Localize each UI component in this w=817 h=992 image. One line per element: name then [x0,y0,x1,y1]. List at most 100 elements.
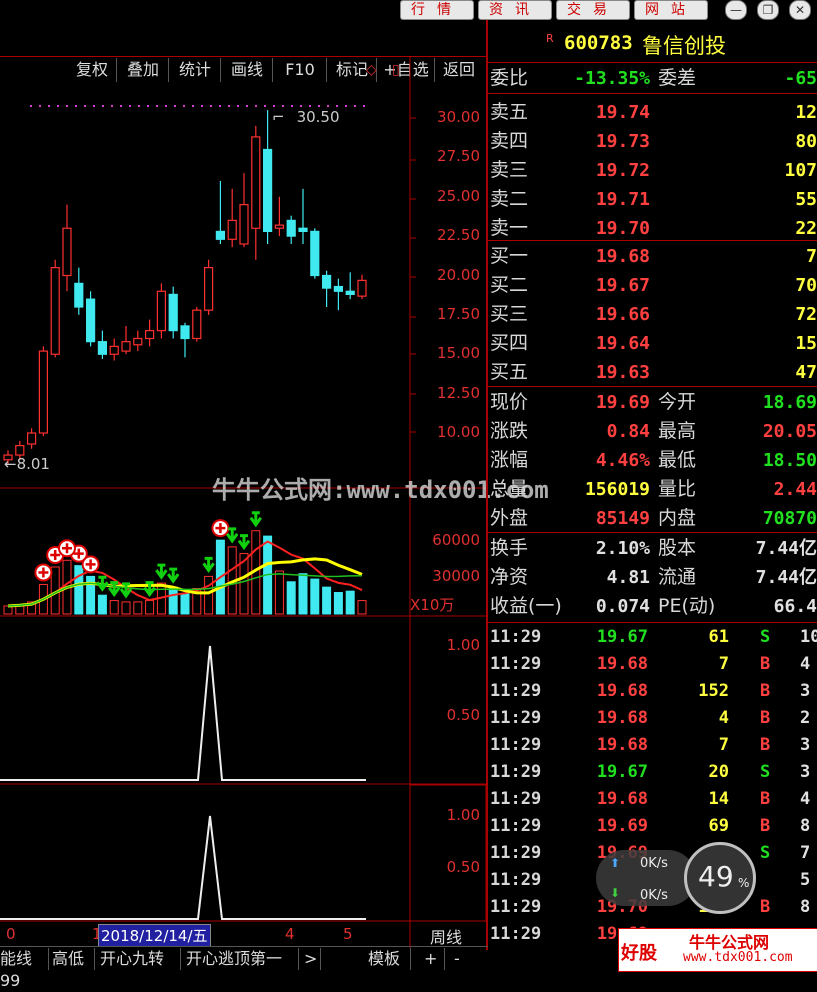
volume-bar [333,592,343,615]
sell-volume: 12 [795,102,817,123]
candle-body [97,341,108,355]
stats-row: 收益(一) 0.074 PE(动) 66.4 [488,592,817,621]
tick-time: 11:29 [490,681,542,701]
buy-row[interactable]: 买五 19.63 47 [488,358,817,387]
volume-bar [168,586,178,615]
weibi-value: -13.35% [574,68,650,89]
chart-box-icon[interactable]: ▯ [392,62,400,78]
buy-row[interactable]: 买二 19.67 70 [488,271,817,300]
sell-label: 卖二 [490,188,529,210]
minimize-icon[interactable]: — [725,0,747,20]
price-axis-label: 15.00 [437,344,480,363]
sell-row[interactable]: 卖一 19.70 22 [488,214,817,243]
quote-label2: 最高 [658,420,697,442]
bottom-nengxian[interactable]: 能线99 [0,948,49,990]
candle-body [251,136,261,229]
quote-label: 现价 [490,391,529,413]
volume-axis-label: 60000 [432,531,480,549]
tab-zixun[interactable]: 资讯 [478,0,552,20]
candle-body [15,445,25,456]
candle-body [156,290,166,332]
indicator1-axis-label: 1.00 [446,636,480,654]
candle-body [62,227,72,277]
candle-body [85,298,96,343]
tick-row: 11:29 19.67 20 S 3 [488,759,817,786]
x-tick-0: 0 [6,925,16,943]
candle-body [38,350,49,434]
bottom-plus[interactable]: + [424,948,445,970]
price-axis-label: 25.00 [437,186,480,205]
sell-row[interactable]: 卖二 19.71 55 [488,185,817,214]
buy-label: 买一 [490,245,529,267]
indicator2-axis-label: 1.00 [446,806,480,824]
sell-price: 19.73 [595,131,650,152]
period-label[interactable]: 周线 [430,924,462,948]
buy-row[interactable]: 买四 19.64 15 [488,329,817,358]
stats-value: 4.81 [606,567,650,588]
stats-value2: 7.44亿 [755,538,817,559]
buy-row[interactable]: 买一 19.68 7 [488,242,817,271]
bottom-kaixin-taoding[interactable]: 开心逃顶第一 [186,948,299,970]
stats-value: 0.074 [595,596,650,617]
candle-body [333,285,343,292]
tab-hangqing[interactable]: 行情 [400,0,474,20]
quote-value2: 70870 [762,508,817,529]
quote-value: 156019 [584,479,650,500]
stock-code: 600783 [564,32,633,54]
quote-label2: 今开 [658,391,697,413]
tick-volume: 20 [708,762,729,782]
bottom-kaixin-jiuzhuan[interactable]: 开心九转 [100,948,181,970]
candle-body [298,227,308,232]
quote-value: 85149 [595,508,650,529]
tick-price: 19.69 [596,816,648,836]
sell-signal-arrow-icon [202,556,215,573]
close-icon[interactable]: ✕ [789,0,811,20]
bottom-next-button[interactable]: > [304,948,321,970]
volume-axis-label: 30000 [432,567,480,585]
volume-bar [74,565,84,615]
indicator2-axis-label: 0.50 [446,858,480,876]
tick-price: 19.68 [596,654,648,674]
quote-label2: 量比 [658,478,697,500]
price-axis-label: 10.00 [437,423,480,441]
tick-row: 11:29 19.68 14 B 4 [488,786,817,813]
buy-row[interactable]: 买三 19.66 72 [488,300,817,329]
tick-direction: B [760,816,771,836]
quote-value: 19.69 [595,392,650,413]
chart-diamond-icon[interactable]: ◇ [366,62,377,78]
tab-wangzhan[interactable]: 网站 [634,0,708,20]
tick-row: 11:29 19.68 7 B 3 [488,732,817,759]
sell-row[interactable]: 卖三 19.72 107 [488,156,817,185]
volume-unit-label: X10万 [410,596,455,614]
bottom-moban[interactable]: 模板 [368,948,411,970]
tick-volume: 69 [708,816,729,836]
candle-body [121,341,131,352]
tab-jiaoyi[interactable]: 交易 [556,0,630,20]
stock-flag: R [546,32,554,45]
quote-row: 现价 19.69 今开 18.69 [488,388,817,417]
price-axis-label: 20.00 [437,265,480,284]
volume-bar [357,600,367,615]
volume-bar [204,575,214,615]
quote-value2: 18.50 [762,450,817,471]
tick-direction: B [760,681,771,701]
indicator1-axis-label: 0.50 [446,706,480,724]
tick-direction: S [760,762,771,782]
bottom-gaodi[interactable]: 高低 [52,948,95,970]
restore-icon[interactable]: ❐ [757,0,779,20]
logo-url: www.tdx001.com [683,950,793,965]
tick-direction: B [760,708,771,728]
max-price-label: ⌐ 30.50 [272,108,340,126]
stock-header: R 600783 鲁信创投 [488,30,817,63]
sell-volume: 107 [784,160,817,181]
quote-row: 外盘 85149 内盘 70870 [488,504,817,533]
stock-name: 鲁信创投 [642,34,726,58]
sell-row[interactable]: 卖四 19.73 80 [488,127,817,156]
sell-row[interactable]: 卖五 19.74 12 [488,98,817,127]
net-speed-widget: ⬆ 0K/s ⬇ 0K/s 49 % [596,842,772,914]
bottom-minus[interactable]: - [454,948,474,970]
date-cursor-label: 2018/12/14/五 [98,924,211,947]
candle-body [239,204,249,245]
quote-label: 总量 [490,478,529,500]
sell-signal-arrow-icon [166,567,180,584]
